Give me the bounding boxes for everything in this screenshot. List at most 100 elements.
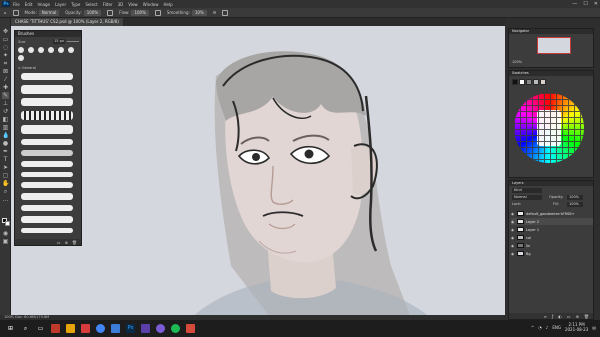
brush-stroke-preview[interactable] xyxy=(21,98,73,106)
brush-folder-general[interactable]: > General xyxy=(18,66,36,70)
minimize-button[interactable]: — xyxy=(572,1,577,7)
brush-stroke-preview[interactable] xyxy=(21,161,73,167)
menu-3d[interactable]: 3D xyxy=(118,2,124,7)
system-clock[interactable]: 2:11 PM 2021-08-23 xyxy=(565,322,588,332)
layer-row[interactable]: ◉ Bg xyxy=(511,250,593,257)
app-icon[interactable] xyxy=(111,324,120,333)
brush-tip[interactable] xyxy=(28,47,34,53)
brush-stroke-preview[interactable] xyxy=(21,172,73,177)
navigator-preview[interactable] xyxy=(537,37,571,54)
layer-row[interactable]: ◉ Layer 2 xyxy=(511,218,593,225)
flow-input[interactable]: 100% xyxy=(131,9,149,16)
eye-icon[interactable]: ◉ xyxy=(511,228,515,232)
brush-stroke-preview[interactable] xyxy=(21,182,73,188)
discord-icon[interactable] xyxy=(156,324,165,333)
eyedropper-icon[interactable]: ⁄ xyxy=(2,76,9,83)
maximize-button[interactable]: ☐ xyxy=(583,1,587,7)
document-tab[interactable]: CHASE 'TITTHUS' CS2.psd @ 100% (Layer 2,… xyxy=(11,18,123,26)
healing-brush-icon[interactable]: ✚ xyxy=(2,84,9,91)
eye-icon[interactable]: ◉ xyxy=(511,212,515,216)
trash-icon[interactable]: 🗑 xyxy=(584,314,589,319)
new-brush-icon[interactable]: ⊕ xyxy=(65,240,68,245)
tray-language[interactable]: ENG xyxy=(552,325,561,330)
screen-mode-icon[interactable]: ▣ xyxy=(2,238,9,245)
folder-icon[interactable]: ▭ xyxy=(567,314,571,319)
menu-select[interactable]: Select xyxy=(85,2,97,7)
link-icon[interactable]: ∞ xyxy=(544,314,547,319)
brush-size-slider[interactable] xyxy=(67,41,79,42)
brush-stroke-preview[interactable] xyxy=(21,125,73,134)
brush-stroke-preview[interactable] xyxy=(21,205,73,211)
path-selection-icon[interactable]: ➤ xyxy=(2,164,9,171)
dodge-tool-icon[interactable]: ● xyxy=(2,140,9,147)
home-icon[interactable]: ⌂ xyxy=(4,10,7,15)
hand-tool-icon[interactable]: ✋ xyxy=(2,180,9,187)
layer-fill-input[interactable]: 100% xyxy=(567,202,583,207)
new-group-icon[interactable]: ▭ xyxy=(57,240,61,245)
color-swatch[interactable] xyxy=(533,79,539,85)
menu-help[interactable]: Help xyxy=(163,2,172,7)
brush-tip[interactable] xyxy=(58,47,64,53)
more-tools-icon[interactable]: … xyxy=(2,196,9,203)
app-icon[interactable] xyxy=(171,324,180,333)
volume-icon[interactable]: ♪ xyxy=(546,325,549,330)
menu-file[interactable]: File xyxy=(13,2,20,7)
brush-tip[interactable] xyxy=(48,47,54,53)
swatches-tab[interactable]: Swatches xyxy=(509,71,593,76)
eye-icon[interactable]: ◉ xyxy=(511,252,515,256)
smoothing-input[interactable]: 10% xyxy=(191,9,207,16)
notifications-icon[interactable]: ▤ xyxy=(592,325,596,330)
color-swatch[interactable] xyxy=(540,79,546,85)
chrome-icon[interactable] xyxy=(96,324,105,333)
app-icon[interactable] xyxy=(186,324,195,333)
brush-tip[interactable] xyxy=(18,47,24,53)
canvas-area[interactable] xyxy=(11,26,505,318)
menu-view[interactable]: View xyxy=(128,2,138,7)
eye-icon[interactable]: ◉ xyxy=(511,236,515,240)
navigator-tab[interactable]: Navigator xyxy=(509,29,593,34)
delete-brush-icon[interactable]: 🗑 xyxy=(72,240,77,245)
brush-size-input[interactable]: 15 px xyxy=(53,39,65,44)
windows-start-icon[interactable]: ⊞ xyxy=(6,324,15,333)
crop-tool-icon[interactable]: ⌗ xyxy=(2,60,9,67)
settings-gear-icon[interactable]: ⚙ xyxy=(213,10,217,15)
color-wheel[interactable] xyxy=(514,93,584,163)
shape-tool-icon[interactable]: ▢ xyxy=(2,172,9,179)
brush-stroke-preview[interactable] xyxy=(21,216,73,223)
magic-wand-icon[interactable]: ✦ xyxy=(2,52,9,59)
brush-tip[interactable] xyxy=(38,47,44,53)
layer-row[interactable]: ◉ default_goodomlee’sFRSB+ xyxy=(511,210,593,217)
brush-stroke-preview[interactable] xyxy=(21,139,73,145)
airbrush-icon[interactable] xyxy=(154,9,161,16)
close-button[interactable]: ✕ xyxy=(594,1,598,7)
fx-icon[interactable]: ƒ xyxy=(552,314,553,319)
tray-chevron-icon[interactable]: ^ xyxy=(531,325,534,330)
layer-row[interactable]: ◉ col xyxy=(511,234,593,241)
search-icon[interactable]: ⌕ xyxy=(21,324,30,333)
type-tool-icon[interactable]: T xyxy=(2,156,9,163)
menu-image[interactable]: Image xyxy=(37,2,50,7)
lasso-tool-icon[interactable]: ◌ xyxy=(2,44,9,51)
blur-tool-icon[interactable]: 💧 xyxy=(2,132,9,139)
app-icon[interactable] xyxy=(81,324,90,333)
navigator-zoom[interactable]: 100% xyxy=(512,60,522,64)
layer-opacity-input[interactable]: 100% xyxy=(567,195,583,200)
pressure-opacity-icon[interactable] xyxy=(107,9,114,16)
gradient-tool-icon[interactable]: ▥ xyxy=(2,124,9,131)
new-layer-icon[interactable]: ⊕ xyxy=(576,314,579,319)
layer-row[interactable]: ◉ lin xyxy=(511,242,593,249)
clone-stamp-icon[interactable]: ⊥ xyxy=(2,100,9,107)
history-brush-icon[interactable]: ↺ xyxy=(2,108,9,115)
menu-edit[interactable]: Edit xyxy=(25,2,33,7)
marquee-tool-icon[interactable]: ▭ xyxy=(2,36,9,43)
color-swatch[interactable] xyxy=(526,79,532,85)
brush-tip[interactable] xyxy=(18,55,24,61)
symmetry-icon[interactable] xyxy=(222,9,229,16)
mode-select[interactable]: Normal xyxy=(38,9,60,16)
zoom-tool-icon[interactable]: ⌕ xyxy=(2,188,9,195)
quick-mask-icon[interactable]: ◉ xyxy=(2,230,9,237)
photoshop-taskbar-icon[interactable]: Ps xyxy=(126,324,135,333)
layer-kind-filter[interactable]: Kind xyxy=(512,188,542,193)
brush-stroke-preview[interactable] xyxy=(21,85,73,94)
eye-icon[interactable]: ◉ xyxy=(511,244,515,248)
